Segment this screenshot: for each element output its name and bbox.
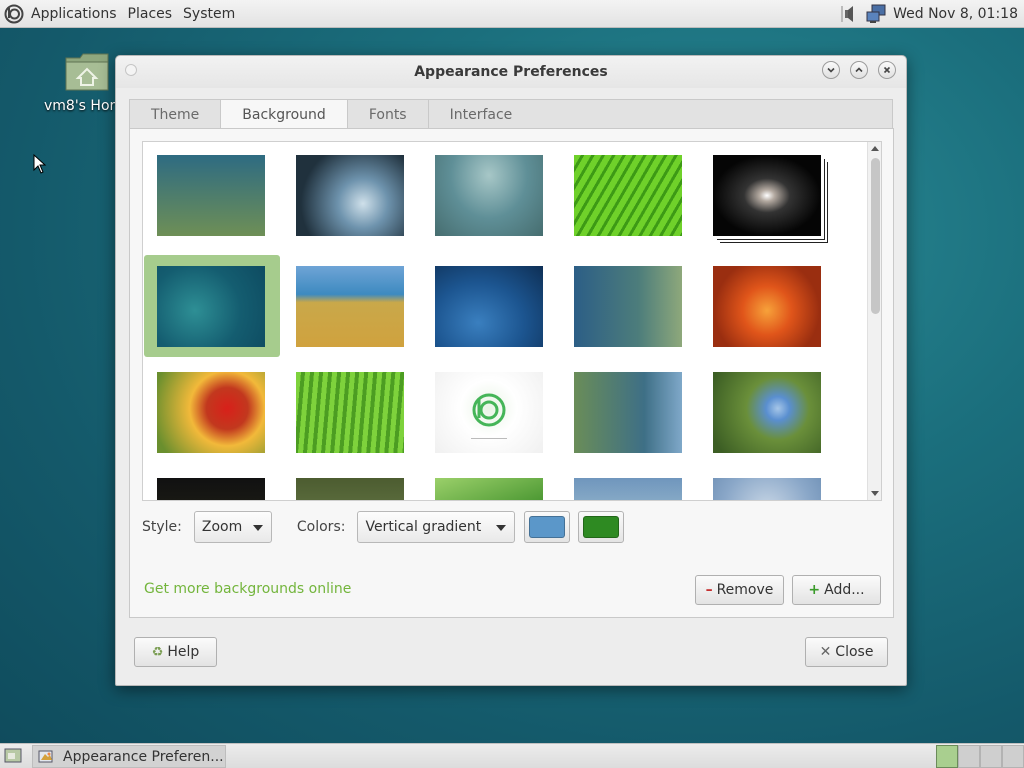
wallpaper-thumbnail[interactable] — [574, 478, 682, 500]
show-desktop-icon[interactable] — [4, 748, 22, 764]
wallpaper-thumbnail[interactable] — [713, 372, 821, 453]
background-tab-page: Style: Zoom Colors: Vertical gradient Ge… — [129, 128, 894, 618]
dropdown-arrow-icon — [496, 525, 507, 531]
close-icon: ✕ — [819, 644, 832, 660]
wallpaper-thumbnail[interactable] — [435, 155, 543, 236]
scroll-thumb[interactable] — [871, 158, 880, 314]
wallpaper-thumbnail[interactable] — [574, 266, 682, 347]
secondary-color-button[interactable] — [578, 511, 625, 543]
wallpaper-thumbnail[interactable] — [157, 372, 265, 453]
home-folder-icon — [65, 53, 109, 91]
wallpaper-thumbnail[interactable] — [296, 372, 404, 453]
colors-combo[interactable]: Vertical gradient — [357, 511, 516, 543]
style-combo[interactable]: Zoom — [193, 511, 272, 543]
window-title: Appearance Preferences — [414, 64, 608, 80]
volume-icon[interactable] — [837, 3, 859, 25]
maximize-button[interactable] — [850, 61, 868, 79]
mouse-pointer-icon — [33, 154, 47, 174]
scroll-down-arrow-icon[interactable] — [871, 491, 879, 496]
wallpaper-thumbnail[interactable] — [435, 372, 543, 453]
wallpaper-thumbnail[interactable] — [713, 478, 821, 500]
wallpaper-thumbnail[interactable] — [296, 266, 404, 347]
tab-fonts[interactable]: Fonts — [346, 99, 428, 129]
gallery-scrollbar[interactable] — [867, 142, 881, 500]
add-button-label: Add... — [824, 582, 865, 598]
workspace-3[interactable] — [980, 745, 1002, 768]
close-icon — [883, 66, 891, 74]
secondary-color-swatch — [583, 516, 620, 538]
chevron-down-icon — [827, 67, 835, 73]
help-button[interactable]: ♻ Help — [134, 637, 217, 667]
chevron-up-icon — [855, 67, 863, 73]
add-icon: + — [808, 582, 821, 598]
remove-button[interactable]: – Remove — [695, 575, 784, 605]
taskbar-appearance-preferences[interactable]: Appearance Preferen... — [32, 745, 226, 768]
menu-system[interactable]: System — [179, 0, 239, 28]
wallpaper-gallery[interactable] — [142, 141, 882, 501]
wallpaper-thumbnail[interactable] — [296, 155, 404, 236]
menu-applications[interactable]: Applications — [27, 0, 121, 28]
tab-bar-filler — [519, 99, 893, 129]
appearance-app-icon — [38, 750, 53, 762]
wallpaper-thumbnail[interactable] — [157, 478, 265, 500]
style-colors-row: Style: Zoom Colors: Vertical gradient — [142, 511, 625, 543]
wallpaper-thumbnail[interactable] — [435, 266, 543, 347]
tab-theme[interactable]: Theme — [129, 99, 221, 129]
wallpaper-thumbnail[interactable] — [435, 478, 543, 500]
titlebar[interactable]: Appearance Preferences — [116, 56, 906, 88]
close-button[interactable]: ✕ Close — [805, 637, 888, 667]
tab-background[interactable]: Background — [220, 99, 347, 130]
top-panel: Applications Places System Wed Nov 8, 01… — [0, 0, 1024, 28]
appearance-preferences-dialog: Appearance Preferences Theme Background … — [115, 55, 907, 686]
wallpaper-thumbnail[interactable] — [713, 155, 821, 236]
remove-icon: – — [705, 582, 713, 598]
tab-bar: Theme Background Fonts Interface — [129, 99, 535, 130]
menu-places[interactable]: Places — [124, 0, 177, 28]
colors-label: Colors: — [296, 519, 346, 535]
wallpaper-thumbnail[interactable] — [713, 266, 821, 347]
workspace-1[interactable] — [936, 745, 958, 768]
wallpaper-thumbnail[interactable] — [574, 155, 682, 236]
network-icon[interactable] — [865, 3, 887, 25]
colors-combo-value: Vertical gradient — [365, 519, 482, 535]
primary-color-swatch — [529, 516, 566, 538]
add-button[interactable]: + Add... — [792, 575, 881, 605]
dropdown-arrow-icon — [252, 525, 263, 531]
panel-clock[interactable]: Wed Nov 8, 01:18 — [893, 6, 1018, 22]
primary-color-button[interactable] — [524, 511, 571, 543]
wallpaper-thumbnail[interactable] — [574, 372, 682, 453]
help-icon: ♻ — [151, 644, 164, 660]
wallpaper-thumbnail[interactable] — [157, 266, 265, 347]
distro-logo-icon[interactable] — [4, 4, 24, 24]
system-tray: Wed Nov 8, 01:18 — [831, 0, 1024, 28]
bottom-panel: Appearance Preferen... — [0, 743, 1024, 768]
remove-button-label: Remove — [716, 582, 774, 598]
help-button-label: Help — [167, 644, 200, 660]
close-button-label: Close — [835, 644, 874, 660]
task-label: Appearance Preferen... — [63, 748, 224, 765]
minimize-button[interactable] — [822, 61, 840, 79]
main-menu: Applications Places System — [0, 0, 242, 28]
workspace-2[interactable] — [958, 745, 980, 768]
style-label: Style: — [142, 519, 182, 535]
style-combo-value: Zoom — [201, 519, 243, 535]
wallpaper-thumbnail[interactable] — [296, 478, 404, 500]
close-window-button[interactable] — [878, 61, 896, 79]
workspace-4[interactable] — [1002, 745, 1024, 768]
wallpaper-thumbnail[interactable] — [157, 155, 265, 236]
scroll-up-arrow-icon[interactable] — [871, 146, 879, 151]
more-backgrounds-link[interactable]: Get more backgrounds online — [144, 581, 351, 597]
